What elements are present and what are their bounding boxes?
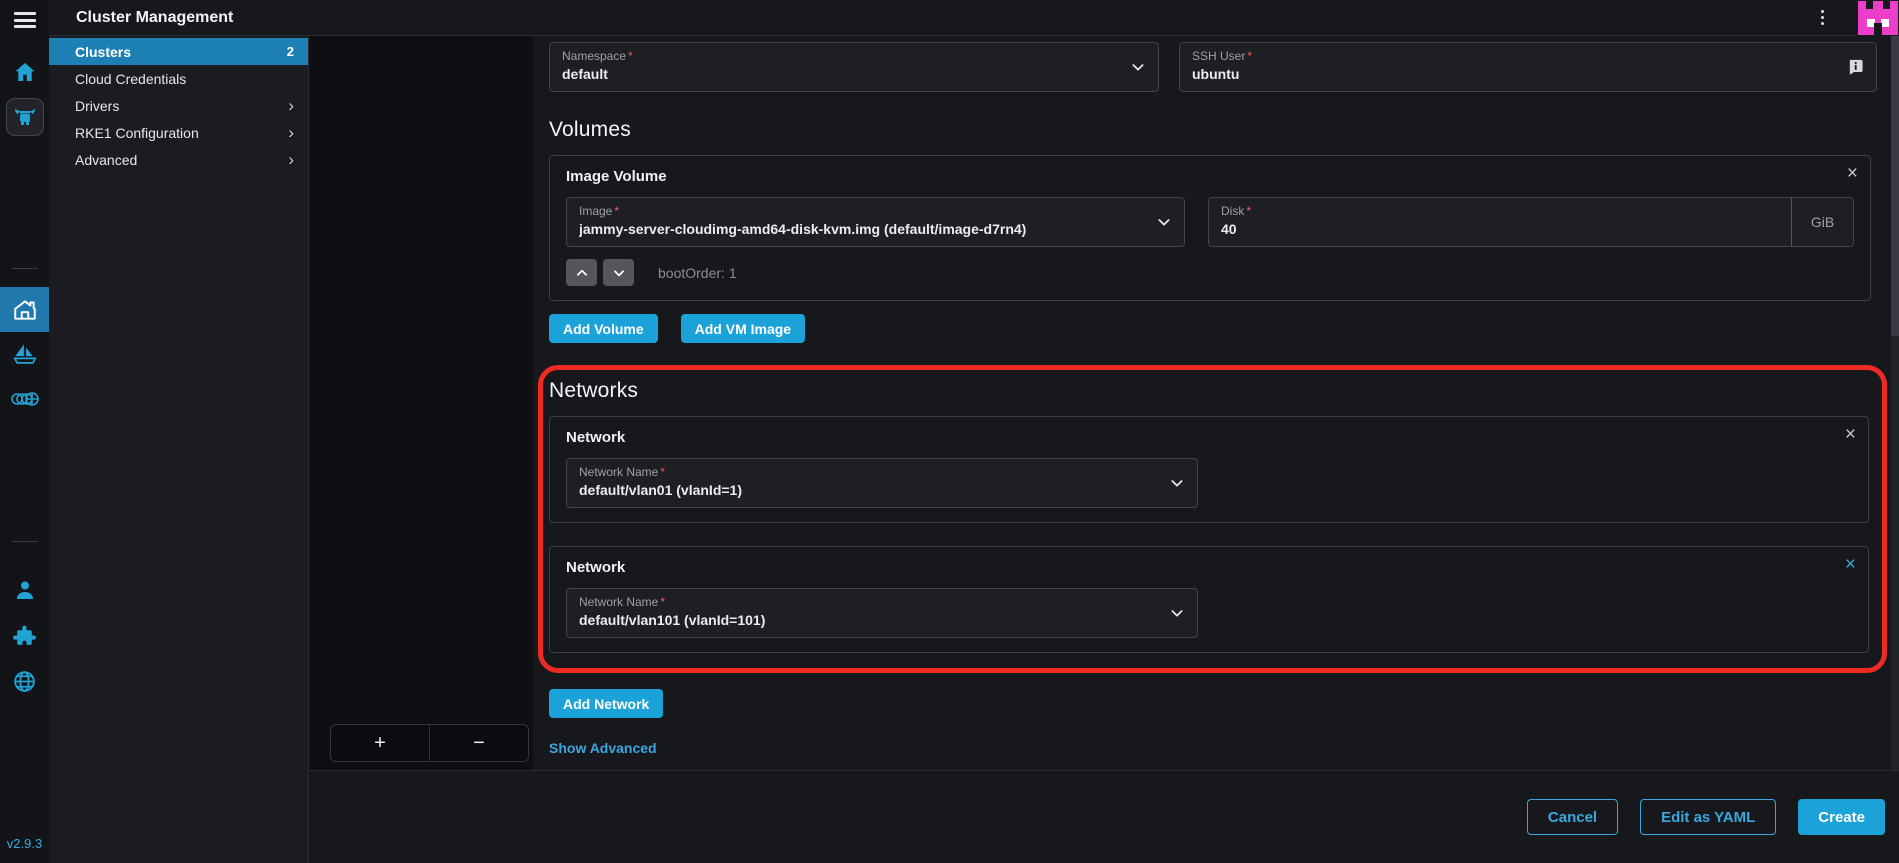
extensions-puzzle-icon[interactable]: [12, 624, 37, 649]
sidebar-item-label: Drivers: [75, 98, 119, 114]
network-panel: × Network Network Name* default/vlan01 (…: [549, 416, 1869, 523]
required-asterisk: *: [660, 595, 665, 609]
add-pool-button[interactable]: +: [331, 725, 430, 761]
sidebar-item-rke1-configuration[interactable]: RKE1 Configuration ›: [49, 119, 308, 146]
namespace-value: default: [562, 66, 1118, 82]
top-bar: Cluster Management: [49, 0, 1899, 36]
close-icon[interactable]: ×: [1847, 164, 1858, 183]
add-volume-button[interactable]: Add Volume: [549, 314, 658, 343]
disk-label: Disk: [1221, 204, 1244, 218]
sidebar-item-advanced[interactable]: Advanced ›: [49, 146, 308, 173]
home-icon[interactable]: [13, 60, 37, 84]
volumes-heading: Volumes: [549, 118, 1885, 142]
show-advanced-link[interactable]: Show Advanced: [549, 740, 657, 756]
cluster-manager-icon[interactable]: [6, 98, 44, 136]
app-window: v2.9.3 Cluster Management Clusters 2 Clo…: [0, 0, 1899, 863]
network-name-select[interactable]: Network Name* default/vlan01 (vlanId=1): [566, 458, 1198, 508]
sidebar-item-cloud-credentials[interactable]: Cloud Credentials: [49, 65, 308, 92]
ssh-user-field[interactable]: SSH User* ubuntu: [1179, 42, 1877, 92]
image-volume-panel: × Image Volume Image* jammy-server-cloud…: [549, 155, 1871, 301]
ssh-user-label: SSH User: [1192, 49, 1245, 63]
close-icon[interactable]: ×: [1845, 425, 1856, 444]
network-panel: × Network Network Name* default/vlan101 …: [549, 546, 1869, 653]
chevron-down-icon: [1169, 605, 1185, 621]
clusters-count-badge: 2: [287, 44, 294, 59]
ssh-user-value: ubuntu: [1192, 66, 1836, 82]
close-icon[interactable]: ×: [1845, 555, 1856, 574]
required-asterisk: *: [1247, 49, 1252, 63]
move-up-button[interactable]: [566, 259, 597, 286]
network-name-label: Network Name: [579, 595, 658, 609]
image-volume-title: Image Volume: [566, 168, 1854, 185]
cancel-button[interactable]: Cancel: [1527, 799, 1618, 835]
chevron-down-icon: [1156, 214, 1172, 230]
network-name-select[interactable]: Network Name* default/vlan101 (vlanId=10…: [566, 588, 1198, 638]
namespace-label: Namespace: [562, 49, 626, 63]
required-asterisk: *: [614, 204, 619, 218]
machine-pool-column: + −: [309, 36, 533, 770]
footer-action-bar: Cancel Edit as YAML Create: [309, 770, 1899, 863]
disk-unit-suffix: GiB: [1791, 198, 1853, 246]
network-panel-title: Network: [566, 429, 1852, 446]
image-label: Image: [579, 204, 612, 218]
kebab-menu-icon[interactable]: [1809, 5, 1835, 31]
network-name-value: default/vlan101 (vlanId=101): [579, 612, 1157, 628]
networks-annotation-highlight: Networks × Network Network Name* default…: [538, 365, 1887, 673]
sidebar-item-label: RKE1 Configuration: [75, 125, 199, 141]
network-name-label: Network Name: [579, 465, 658, 479]
sidebar-item-clusters[interactable]: Clusters 2: [49, 38, 308, 65]
network-name-value: default/vlan01 (vlanId=1): [579, 482, 1157, 498]
network-panel-title: Network: [566, 559, 1852, 576]
sidebar-nav: Clusters 2 Cloud Credentials Drivers › R…: [49, 36, 309, 863]
disk-value: 40: [1221, 221, 1777, 237]
page-title: Cluster Management: [76, 9, 233, 27]
scrollbar[interactable]: [1891, 36, 1899, 770]
sidebar-item-label: Cloud Credentials: [75, 71, 186, 87]
chevron-down-icon: [1130, 59, 1146, 75]
namespace-select[interactable]: Namespace* default: [549, 42, 1159, 92]
info-tooltip-icon[interactable]: [1847, 59, 1864, 76]
rail-divider: [12, 268, 38, 269]
global-settings-globe-icon[interactable]: [12, 669, 37, 694]
rail-divider: [12, 541, 38, 542]
boot-order-text: bootOrder: 1: [658, 265, 737, 281]
users-icon[interactable]: [13, 578, 37, 602]
image-select[interactable]: Image* jammy-server-cloudimg-amd64-disk-…: [566, 197, 1185, 247]
cluster-form: Namespace* default SSH User* ubuntu Volu…: [533, 36, 1891, 770]
chevron-up-icon: [575, 266, 589, 280]
sidebar-item-label: Clusters: [75, 44, 131, 60]
harvester-cluster-icon[interactable]: [0, 287, 49, 332]
move-down-button[interactable]: [603, 259, 634, 286]
pool-stepper: + −: [330, 724, 529, 762]
sidebar-item-label: Advanced: [75, 152, 137, 168]
disk-size-field[interactable]: Disk* 40 GiB: [1208, 197, 1854, 247]
remove-pool-button[interactable]: −: [430, 725, 528, 761]
chevron-right-icon: ›: [288, 124, 294, 141]
fleet-icon[interactable]: [12, 341, 38, 367]
chevron-right-icon: ›: [288, 151, 294, 168]
left-icon-rail: v2.9.3: [0, 0, 49, 863]
required-asterisk: *: [628, 49, 633, 63]
cluster-rings-icon[interactable]: [11, 389, 39, 409]
add-vm-image-button[interactable]: Add VM Image: [681, 314, 805, 343]
chevron-down-icon: [1169, 475, 1185, 491]
avatar[interactable]: [1857, 0, 1899, 36]
networks-heading: Networks: [549, 379, 1872, 403]
required-asterisk: *: [1246, 204, 1251, 218]
sidebar-item-drivers[interactable]: Drivers ›: [49, 92, 308, 119]
chevron-right-icon: ›: [288, 97, 294, 114]
chevron-down-icon: [612, 266, 626, 280]
edit-as-yaml-button[interactable]: Edit as YAML: [1640, 799, 1776, 835]
add-network-button[interactable]: Add Network: [549, 689, 663, 718]
required-asterisk: *: [660, 465, 665, 479]
create-button[interactable]: Create: [1798, 799, 1885, 835]
image-value: jammy-server-cloudimg-amd64-disk-kvm.img…: [579, 221, 1144, 237]
app-version: v2.9.3: [7, 836, 42, 851]
hamburger-menu-icon[interactable]: [14, 12, 36, 28]
